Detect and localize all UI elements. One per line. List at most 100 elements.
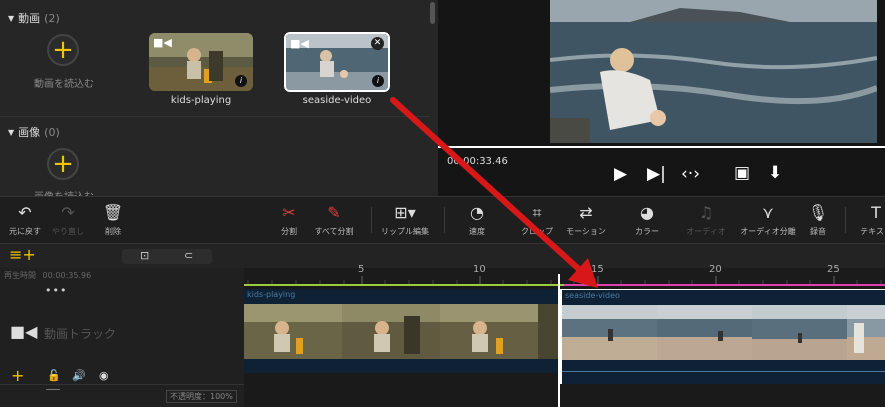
import-image-button[interactable]: +	[47, 148, 79, 180]
video-section-header[interactable]: ▼ 動画 (2)	[8, 10, 60, 26]
toolbar-divider	[845, 207, 846, 233]
more-options-icon[interactable]: •••	[45, 284, 67, 297]
video-track-lane: kids-playing seaside-video	[244, 274, 885, 407]
ruler-tick-label: 5	[358, 264, 365, 275]
export-frame-icon[interactable]: ⬇	[768, 163, 782, 183]
video-section-label: 動画	[18, 12, 41, 25]
video-section-count: (2)	[44, 11, 60, 25]
preview-video-frame	[550, 0, 877, 143]
speed-label: 速度	[469, 227, 485, 236]
image-section-count: (0)	[44, 125, 60, 139]
color-button[interactable]: ◕ カラー	[619, 203, 675, 237]
audio-split-icon: ⋎	[762, 203, 774, 222]
add-track-icon[interactable]: ≡+	[9, 247, 36, 263]
image-section-label: 画像	[18, 126, 41, 139]
image-section-header[interactable]: ▼ 画像 (0)	[8, 124, 60, 140]
seaside-video-filmstrip	[562, 305, 885, 360]
info-icon[interactable]: i	[235, 75, 247, 87]
plus-icon: +	[52, 35, 74, 65]
playhead[interactable]	[558, 274, 560, 407]
import-image-label: 画像を読込む	[14, 188, 114, 196]
snapshot-icon[interactable]: ▣	[734, 163, 750, 183]
audio-line	[562, 371, 885, 372]
split-all-button[interactable]: ✎ すべて分割	[306, 203, 362, 237]
collapse-arrow-icon[interactable]: ▼	[8, 14, 14, 23]
text-button[interactable]: T テキスト	[848, 203, 885, 237]
color-label: カラー	[635, 227, 659, 236]
video-track-label: 動画トラック	[44, 327, 117, 341]
ripple-edit-label: リップル編集	[381, 227, 429, 236]
mark-in-out-icon[interactable]: ‹·›	[681, 164, 700, 184]
playback-time-readout: 再生時間 00:00:35.96	[4, 270, 91, 281]
palette-icon: ◕	[640, 203, 654, 222]
track-clip-kids-playing[interactable]: kids-playing	[244, 289, 558, 373]
track-header-panel: 再生時間 00:00:35.96 ••• ■◀ 動画トラック + 🔓 🔊 ◉ 不…	[0, 268, 244, 407]
import-video-label: 動画を読込む	[34, 79, 94, 90]
crop-button[interactable]: ⌗ クロップ	[509, 203, 565, 237]
toolbar-divider	[371, 207, 372, 233]
microphone-icon: 🎙	[807, 203, 829, 222]
record-button[interactable]: 🎙 録音	[790, 203, 846, 237]
remove-clip-icon[interactable]: ✕	[371, 37, 384, 50]
lock-icon[interactable]: 🔓	[47, 369, 61, 382]
import-video-button[interactable]: +	[47, 34, 79, 66]
motion-button[interactable]: ⇄ モーション	[558, 203, 614, 237]
track-clip-name: seaside-video	[565, 291, 620, 300]
next-frame-icon[interactable]: ▶|	[647, 164, 666, 184]
video-camera-icon: ■◀	[153, 36, 172, 49]
audio-split-label: オーディオ分離	[740, 227, 796, 236]
text-label: テキスト	[860, 227, 885, 236]
media-clip-name: kids-playing	[170, 95, 232, 106]
media-clip-kids-playing[interactable]: ■◀ i	[149, 33, 253, 91]
redo-label: やり直し	[52, 227, 84, 236]
magnet-icon[interactable]: ⊂	[184, 249, 193, 262]
ripple-edit-button[interactable]: ⊞▾ リップル編集	[377, 203, 433, 237]
audio-button[interactable]: ♫ オーディオ	[678, 203, 734, 237]
undo-icon: ↶	[18, 203, 32, 222]
scissors-icon: ✂	[282, 203, 296, 222]
delete-label: 削除	[105, 227, 121, 236]
preview-timecode: 00:00:33.46	[447, 156, 508, 167]
redo-icon: ↷	[61, 203, 75, 222]
preview-progress-bar[interactable]	[438, 146, 885, 148]
opacity-readout: 不透明度：100%	[166, 390, 237, 403]
preview-panel: 00:00:33.46 ▶ ▶| ‹·› ▣ ⬇	[438, 0, 885, 196]
eye-icon[interactable]: ◉	[99, 369, 109, 382]
split-all-icon: ✎	[327, 203, 341, 222]
unlock-icon[interactable]: ⊡	[140, 249, 149, 262]
add-media-icon[interactable]: +	[11, 366, 24, 385]
video-track-icon: ■◀	[10, 322, 38, 341]
delete-button[interactable]: 🗑 削除	[85, 203, 141, 237]
lock-toggle-group: ⊡ ⊂	[122, 249, 212, 264]
ruler-tick-label: 10	[473, 264, 486, 275]
audio-split-button[interactable]: ⋎ オーディオ分離	[740, 203, 796, 237]
ruler-tick-label: 15	[591, 264, 604, 275]
media-clip-seaside-video[interactable]: ■◀ ✕ i	[284, 32, 390, 92]
split-all-label: すべて分割	[314, 227, 354, 236]
info-icon[interactable]: i	[372, 75, 384, 87]
media-scrollbar[interactable]	[430, 2, 435, 24]
track-clip-seaside-video[interactable]: seaside-video	[560, 289, 885, 384]
undo-label: 元に戻す	[9, 227, 41, 236]
media-library-panel: ▼ 動画 (2) + 動画を読込む ■◀ i kids-playing ■◀ ✕…	[0, 0, 438, 196]
timeline-ruler[interactable]: 5 10 15 20 25	[244, 264, 885, 286]
crop-label: クロップ	[521, 227, 553, 236]
volume-icon[interactable]: 🔊	[72, 369, 86, 382]
edit-toolbar: ↶ 元に戻す ↷ やり直し 🗑 削除 ✂ 分割 ✎ すべて分割 ⊞▾ リップル編集 ◔ 速度 …	[0, 196, 885, 244]
speed-button[interactable]: ◔ 速度	[449, 203, 505, 237]
text-icon: T	[871, 203, 881, 222]
ruler-tick-label: 20	[709, 264, 722, 275]
play-icon[interactable]: ▶	[614, 164, 627, 184]
track-clip-name: kids-playing	[247, 290, 296, 299]
collapse-arrow-icon[interactable]: ▼	[8, 128, 14, 137]
music-note-icon: ♫	[698, 203, 714, 222]
toolbar-divider	[444, 207, 445, 233]
plus-icon: +	[52, 149, 74, 179]
resize-handle-icon[interactable]	[46, 389, 60, 390]
playback-time-label: 再生時間	[4, 271, 36, 280]
ruler-tick-label: 25	[827, 264, 840, 275]
motion-icon: ⇄	[579, 203, 593, 222]
media-clip-name: seaside-video	[302, 95, 372, 106]
ruler-ticks	[244, 276, 885, 286]
motion-label: モーション	[566, 227, 606, 236]
